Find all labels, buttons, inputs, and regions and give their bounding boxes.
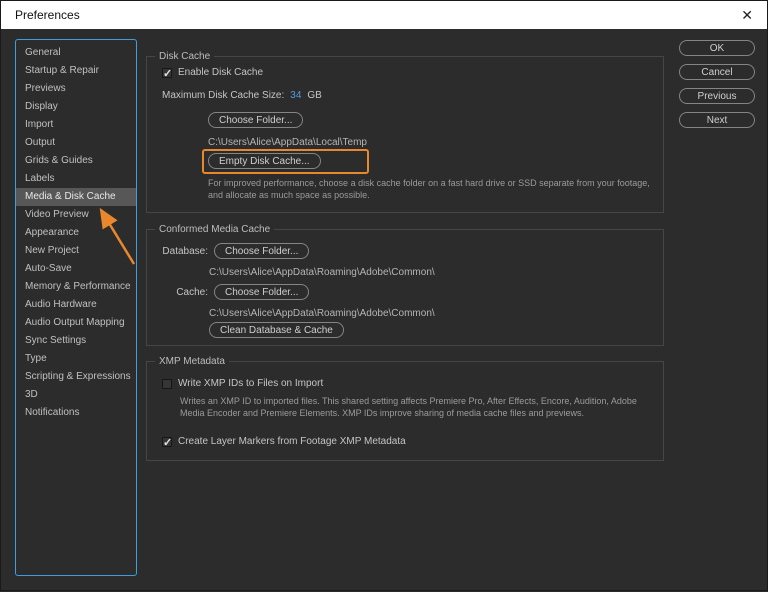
sidebar-item-label: Sync Settings xyxy=(25,335,87,346)
sidebar-item-label: Appearance xyxy=(25,227,79,238)
next-button[interactable]: Next xyxy=(679,112,755,128)
sidebar-item-label: Audio Hardware xyxy=(25,299,97,310)
empty-disk-cache-button[interactable]: Empty Disk Cache... xyxy=(208,153,321,169)
sidebar-item[interactable]: Display xyxy=(16,98,136,116)
sidebar-item[interactable]: Startup & Repair xyxy=(16,62,136,80)
sidebar-item[interactable]: Notifications xyxy=(16,404,136,422)
sidebar-item-label: Startup & Repair xyxy=(25,65,99,76)
sidebar-item-label: Memory & Performance xyxy=(25,281,131,292)
sidebar-item[interactable]: Import xyxy=(16,116,136,134)
dialog-action-buttons: OK Cancel Previous Next xyxy=(679,40,755,128)
create-layer-markers-label: Create Layer Markers from Footage XMP Me… xyxy=(178,436,406,447)
clean-database-row: Clean Database & Cache xyxy=(209,322,344,338)
write-xmp-ids-label: Write XMP IDs to Files on Import xyxy=(178,378,324,389)
sidebar-item[interactable]: Auto-Save xyxy=(16,260,136,278)
clean-database-cache-button[interactable]: Clean Database & Cache xyxy=(209,322,344,338)
enable-disk-cache-checkbox[interactable] xyxy=(162,67,172,80)
sidebar-item[interactable]: New Project xyxy=(16,242,136,260)
max-disk-cache-size-value[interactable]: 34 xyxy=(290,90,301,101)
sidebar-item[interactable]: Media & Disk Cache xyxy=(16,188,136,206)
xmp-metadata-group: XMP Metadata Write XMP IDs to Files on I… xyxy=(146,356,664,461)
sidebar-item[interactable]: Video Preview xyxy=(16,206,136,224)
titlebar: Preferences ✕ xyxy=(1,1,767,29)
disk-cache-group-title: Disk Cache xyxy=(155,51,215,62)
sidebar-item[interactable]: Audio Hardware xyxy=(16,296,136,314)
sidebar-item-label: Previews xyxy=(25,83,66,94)
database-choose-folder-button[interactable]: Choose Folder... xyxy=(214,243,310,259)
cache-label: Cache: xyxy=(176,286,208,298)
preferences-dialog: Preferences ✕ General Startup & Repair P… xyxy=(0,0,768,591)
sidebar-item-label: Media & Disk Cache xyxy=(25,191,116,202)
empty-disk-cache-row: Empty Disk Cache... xyxy=(208,153,321,169)
disk-cache-help-text: For improved performance, choose a disk … xyxy=(208,178,650,200)
sidebar-item[interactable]: General xyxy=(16,44,136,62)
sidebar-item-label: Scripting & Expressions xyxy=(25,371,131,382)
disk-cache-folder-path: C:\Users\Alice\AppData\Local\Temp xyxy=(208,137,367,148)
xmp-help-text: Writes an XMP ID to imported files. This… xyxy=(180,396,637,418)
cache-row: Cache: Choose Folder... xyxy=(162,284,310,300)
sidebar-item-label: 3D xyxy=(25,389,38,400)
sidebar-item[interactable]: Appearance xyxy=(16,224,136,242)
cache-path: C:\Users\Alice\AppData\Roaming\Adobe\Com… xyxy=(209,308,435,319)
sidebar-item[interactable]: Grids & Guides xyxy=(16,152,136,170)
sidebar-item[interactable]: Sync Settings xyxy=(16,332,136,350)
sidebar-item[interactable]: Audio Output Mapping xyxy=(16,314,136,332)
sidebar-item-label: General xyxy=(25,47,61,58)
sidebar-item-label: Video Preview xyxy=(25,209,89,220)
sidebar-item-label: Display xyxy=(25,101,58,112)
sidebar-item-label: Labels xyxy=(25,173,55,184)
sidebar-item[interactable]: Memory & Performance xyxy=(16,278,136,296)
ok-button[interactable]: OK xyxy=(679,40,755,56)
database-label: Database: xyxy=(162,245,208,257)
layer-markers-row: Create Layer Markers from Footage XMP Me… xyxy=(162,436,406,449)
cache-choose-folder-button[interactable]: Choose Folder... xyxy=(214,284,310,300)
sidebar-item-label: Output xyxy=(25,137,56,148)
disk-cache-choose-folder-button[interactable]: Choose Folder... xyxy=(208,112,304,128)
sidebar-item-label: Type xyxy=(25,353,47,364)
window-title: Preferences xyxy=(15,8,80,22)
enable-disk-cache-label: Enable Disk Cache xyxy=(178,67,264,78)
sidebar-item-label: Notifications xyxy=(25,407,80,418)
disk-cache-folder-row: Choose Folder... xyxy=(208,112,304,128)
database-row: Database: Choose Folder... xyxy=(162,243,310,259)
enable-disk-cache-row: Enable Disk Cache xyxy=(162,67,264,80)
sidebar-item-label: Grids & Guides xyxy=(25,155,93,166)
close-icon[interactable]: ✕ xyxy=(741,7,753,23)
write-xmp-ids-checkbox[interactable] xyxy=(162,378,172,389)
sidebar-item-label: Auto-Save xyxy=(25,263,72,274)
write-xmp-row: Write XMP IDs to Files on Import xyxy=(162,378,323,389)
sidebar-item[interactable]: Output xyxy=(16,134,136,152)
max-disk-cache-size-row: Maximum Disk Cache Size: 34 GB xyxy=(162,90,322,101)
sidebar-item-label: Import xyxy=(25,119,54,130)
database-path: C:\Users\Alice\AppData\Roaming\Adobe\Com… xyxy=(209,267,435,278)
conformed-media-cache-group: Conformed Media Cache Database: Choose F… xyxy=(146,224,664,346)
cancel-button[interactable]: Cancel xyxy=(679,64,755,80)
sidebar-item[interactable]: Scripting & Expressions xyxy=(16,368,136,386)
sidebar-item-label: New Project xyxy=(25,245,79,256)
sidebar-item-label: Audio Output Mapping xyxy=(25,317,125,328)
create-layer-markers-checkbox[interactable] xyxy=(162,436,172,449)
conformed-media-cache-group-title: Conformed Media Cache xyxy=(155,224,275,235)
sidebar-item[interactable]: Labels xyxy=(16,170,136,188)
sidebar-item[interactable]: Previews xyxy=(16,80,136,98)
sidebar-item[interactable]: 3D xyxy=(16,386,136,404)
max-disk-cache-size-unit: GB xyxy=(307,90,322,101)
sidebar-item[interactable]: Type xyxy=(16,350,136,368)
previous-button[interactable]: Previous xyxy=(679,88,755,104)
xmp-metadata-group-title: XMP Metadata xyxy=(155,356,229,367)
sidebar: General Startup & Repair Previews Displa… xyxy=(15,39,137,576)
max-disk-cache-size-label: Maximum Disk Cache Size: xyxy=(162,90,285,101)
disk-cache-group: Disk Cache Enable Disk Cache Maximum Dis… xyxy=(146,51,664,213)
